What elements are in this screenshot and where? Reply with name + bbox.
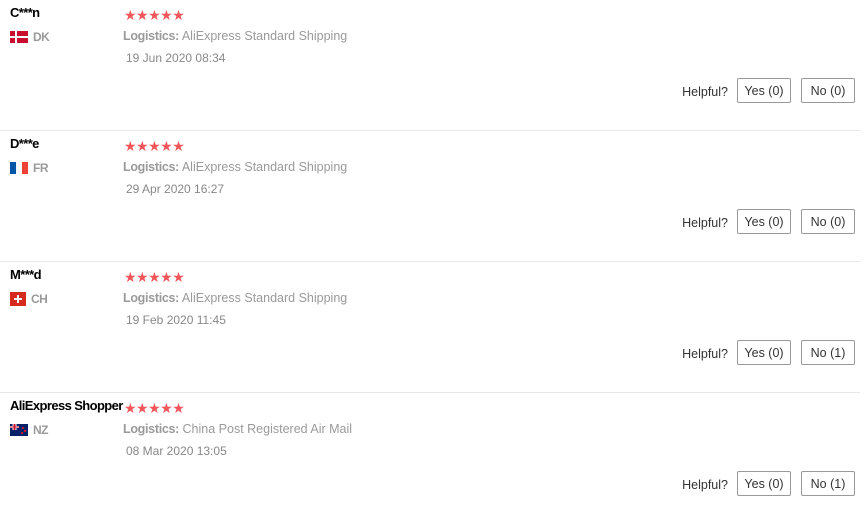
review-date: 19 Jun 2020 08:34 (126, 51, 226, 65)
helpful-yes-button[interactable]: Yes (0) (737, 78, 791, 103)
country-code: CH (31, 292, 48, 306)
country-code: NZ (33, 423, 49, 437)
helpful-label: Helpful? (682, 347, 728, 361)
country-code: DK (33, 30, 50, 44)
helpful-yes-button[interactable]: Yes (0) (737, 471, 791, 496)
logistics-value: AliExpress Standard Shipping (181, 291, 348, 305)
helpful-label: Helpful? (682, 478, 728, 492)
reviewer-country: FR (10, 161, 49, 175)
reviewer-name: D***e (10, 136, 39, 151)
reviewer-country: NZ (10, 423, 49, 437)
logistics-value: AliExpress Standard Shipping (181, 160, 348, 174)
reviewer-name: AliExpress Shopper (10, 398, 123, 413)
dk-flag-icon (10, 31, 28, 43)
nz-flag-icon (10, 424, 28, 436)
star-rating: ★★★★★ (124, 138, 185, 154)
helpful-yes-button[interactable]: Yes (0) (737, 209, 791, 234)
review-date: 29 Apr 2020 16:27 (126, 182, 225, 196)
helpful-no-button[interactable]: No (1) (801, 471, 855, 496)
logistics-value: China Post Registered Air Mail (182, 422, 353, 436)
reviewer-name: C***n (10, 5, 40, 20)
star-rating: ★★★★★ (124, 7, 185, 23)
review-date: 08 Mar 2020 13:05 (126, 444, 227, 458)
logistics-info: Logistics: AliExpress Standard Shipping (123, 160, 347, 174)
helpful-no-button[interactable]: No (0) (801, 78, 855, 103)
country-code: FR (33, 161, 49, 175)
logistics-info: Logistics: China Post Registered Air Mai… (123, 422, 352, 436)
fr-flag-icon (10, 162, 28, 174)
review-item: AliExpress Shopper NZ ★★★★★ Logistics: C… (0, 393, 860, 524)
logistics-info: Logistics: AliExpress Standard Shipping (123, 29, 347, 43)
logistics-info: Logistics: AliExpress Standard Shipping (123, 291, 347, 305)
helpful-label: Helpful? (682, 216, 728, 230)
review-item: M***d CH ★★★★★ Logistics: AliExpress Sta… (0, 262, 860, 393)
logistics-label: Logistics: (123, 422, 180, 436)
helpful-no-button[interactable]: No (0) (801, 209, 855, 234)
logistics-value: AliExpress Standard Shipping (181, 29, 348, 43)
helpful-no-button[interactable]: No (1) (801, 340, 855, 365)
logistics-label: Logistics: (123, 291, 180, 305)
logistics-label: Logistics: (123, 160, 180, 174)
logistics-label: Logistics: (123, 29, 180, 43)
reviewer-country: CH (10, 292, 48, 306)
ch-flag-icon (10, 292, 26, 306)
star-rating: ★★★★★ (124, 400, 185, 416)
review-date: 19 Feb 2020 11:45 (126, 313, 226, 327)
reviewer-country: DK (10, 30, 50, 44)
review-item: D***e FR ★★★★★ Logistics: AliExpress Sta… (0, 131, 860, 262)
reviewer-name: M***d (10, 267, 42, 282)
star-rating: ★★★★★ (124, 269, 185, 285)
helpful-label: Helpful? (682, 85, 728, 99)
review-item: C***n DK ★★★★★ Logistics: AliExpress Sta… (0, 0, 860, 131)
helpful-yes-button[interactable]: Yes (0) (737, 340, 791, 365)
